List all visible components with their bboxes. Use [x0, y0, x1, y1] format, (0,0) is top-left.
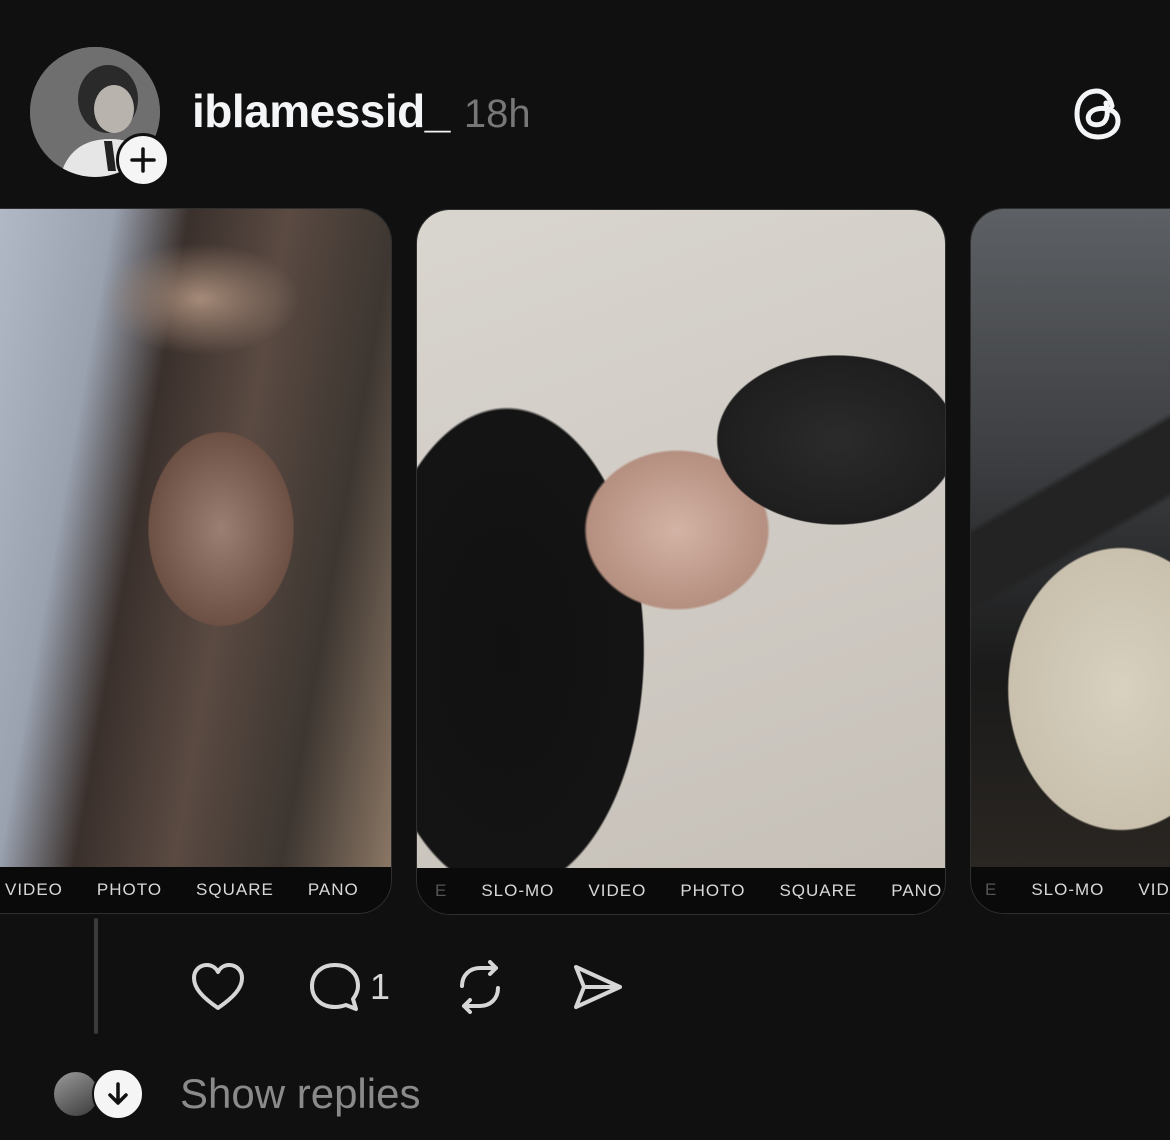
plus-icon — [130, 147, 156, 173]
mode-label: PHOTO — [96, 880, 163, 899]
arrow-down-icon — [108, 1082, 128, 1105]
expand-replies-badge[interactable] — [92, 1068, 144, 1120]
mode-label: SLO-MO — [481, 881, 555, 900]
comment-icon — [310, 963, 360, 1011]
mode-label: VIDEO — [5, 880, 63, 899]
repost-button[interactable] — [452, 960, 508, 1014]
mode-label: SQUARE — [196, 880, 274, 899]
media-card[interactable]: E SLO-MO VIDEO PHOTO SQUARE PANO — [416, 209, 946, 915]
mode-label: VIDEO — [1138, 880, 1170, 899]
mode-label: SQUARE — [779, 881, 858, 900]
comment-count: 1 — [370, 966, 391, 1007]
show-replies-label[interactable]: Show replies — [180, 1070, 420, 1118]
follow-button[interactable] — [116, 133, 170, 187]
repost-icon — [460, 960, 501, 1014]
camera-mode-bar: E SLO-MO VIDEO PHOTO SQUARE PANO — [417, 868, 945, 914]
threads-logo-icon[interactable] — [1072, 86, 1124, 142]
camera-mode-bar: E SLO-MO VIDEO — [971, 867, 1170, 913]
media-photo — [0, 209, 391, 867]
camera-mode-bar: VIDEO PHOTO SQUARE PANO — [0, 867, 391, 913]
media-card[interactable]: E SLO-MO VIDEO — [970, 208, 1170, 914]
mode-label-cut: E — [985, 880, 998, 899]
mode-label: VIDEO — [588, 881, 647, 900]
post-actions: 1 — [190, 958, 686, 1016]
mode-label: SLO-MO — [1031, 880, 1105, 899]
thread-post: iblamessid_ 18h VIDEO PHOTO SQUARE PANO … — [0, 0, 1170, 1140]
media-card[interactable]: VIDEO PHOTO SQUARE PANO — [0, 208, 392, 914]
mode-label: PHOTO — [680, 881, 746, 900]
post-header: iblamessid_ 18h — [192, 84, 531, 144]
comment-button[interactable]: 1 — [308, 961, 390, 1013]
send-icon — [574, 965, 623, 1009]
media-photo — [417, 210, 945, 868]
post-timestamp: 18h — [463, 92, 531, 136]
avatar-container[interactable] — [30, 47, 170, 187]
mode-label: PANO — [307, 880, 359, 899]
show-replies-row[interactable]: Show replies — [52, 1064, 420, 1124]
mode-label-cut: E — [435, 881, 448, 900]
heart-icon — [192, 963, 244, 1010]
username-link[interactable]: iblamessid_ — [192, 84, 450, 138]
mode-label: PANO — [891, 881, 943, 900]
share-button[interactable] — [570, 962, 624, 1012]
thread-connector-line — [94, 918, 98, 1034]
media-photo — [971, 209, 1170, 867]
media-carousel[interactable]: VIDEO PHOTO SQUARE PANO E SLO-MO VIDEO P… — [0, 208, 1170, 916]
like-button[interactable] — [190, 961, 246, 1013]
